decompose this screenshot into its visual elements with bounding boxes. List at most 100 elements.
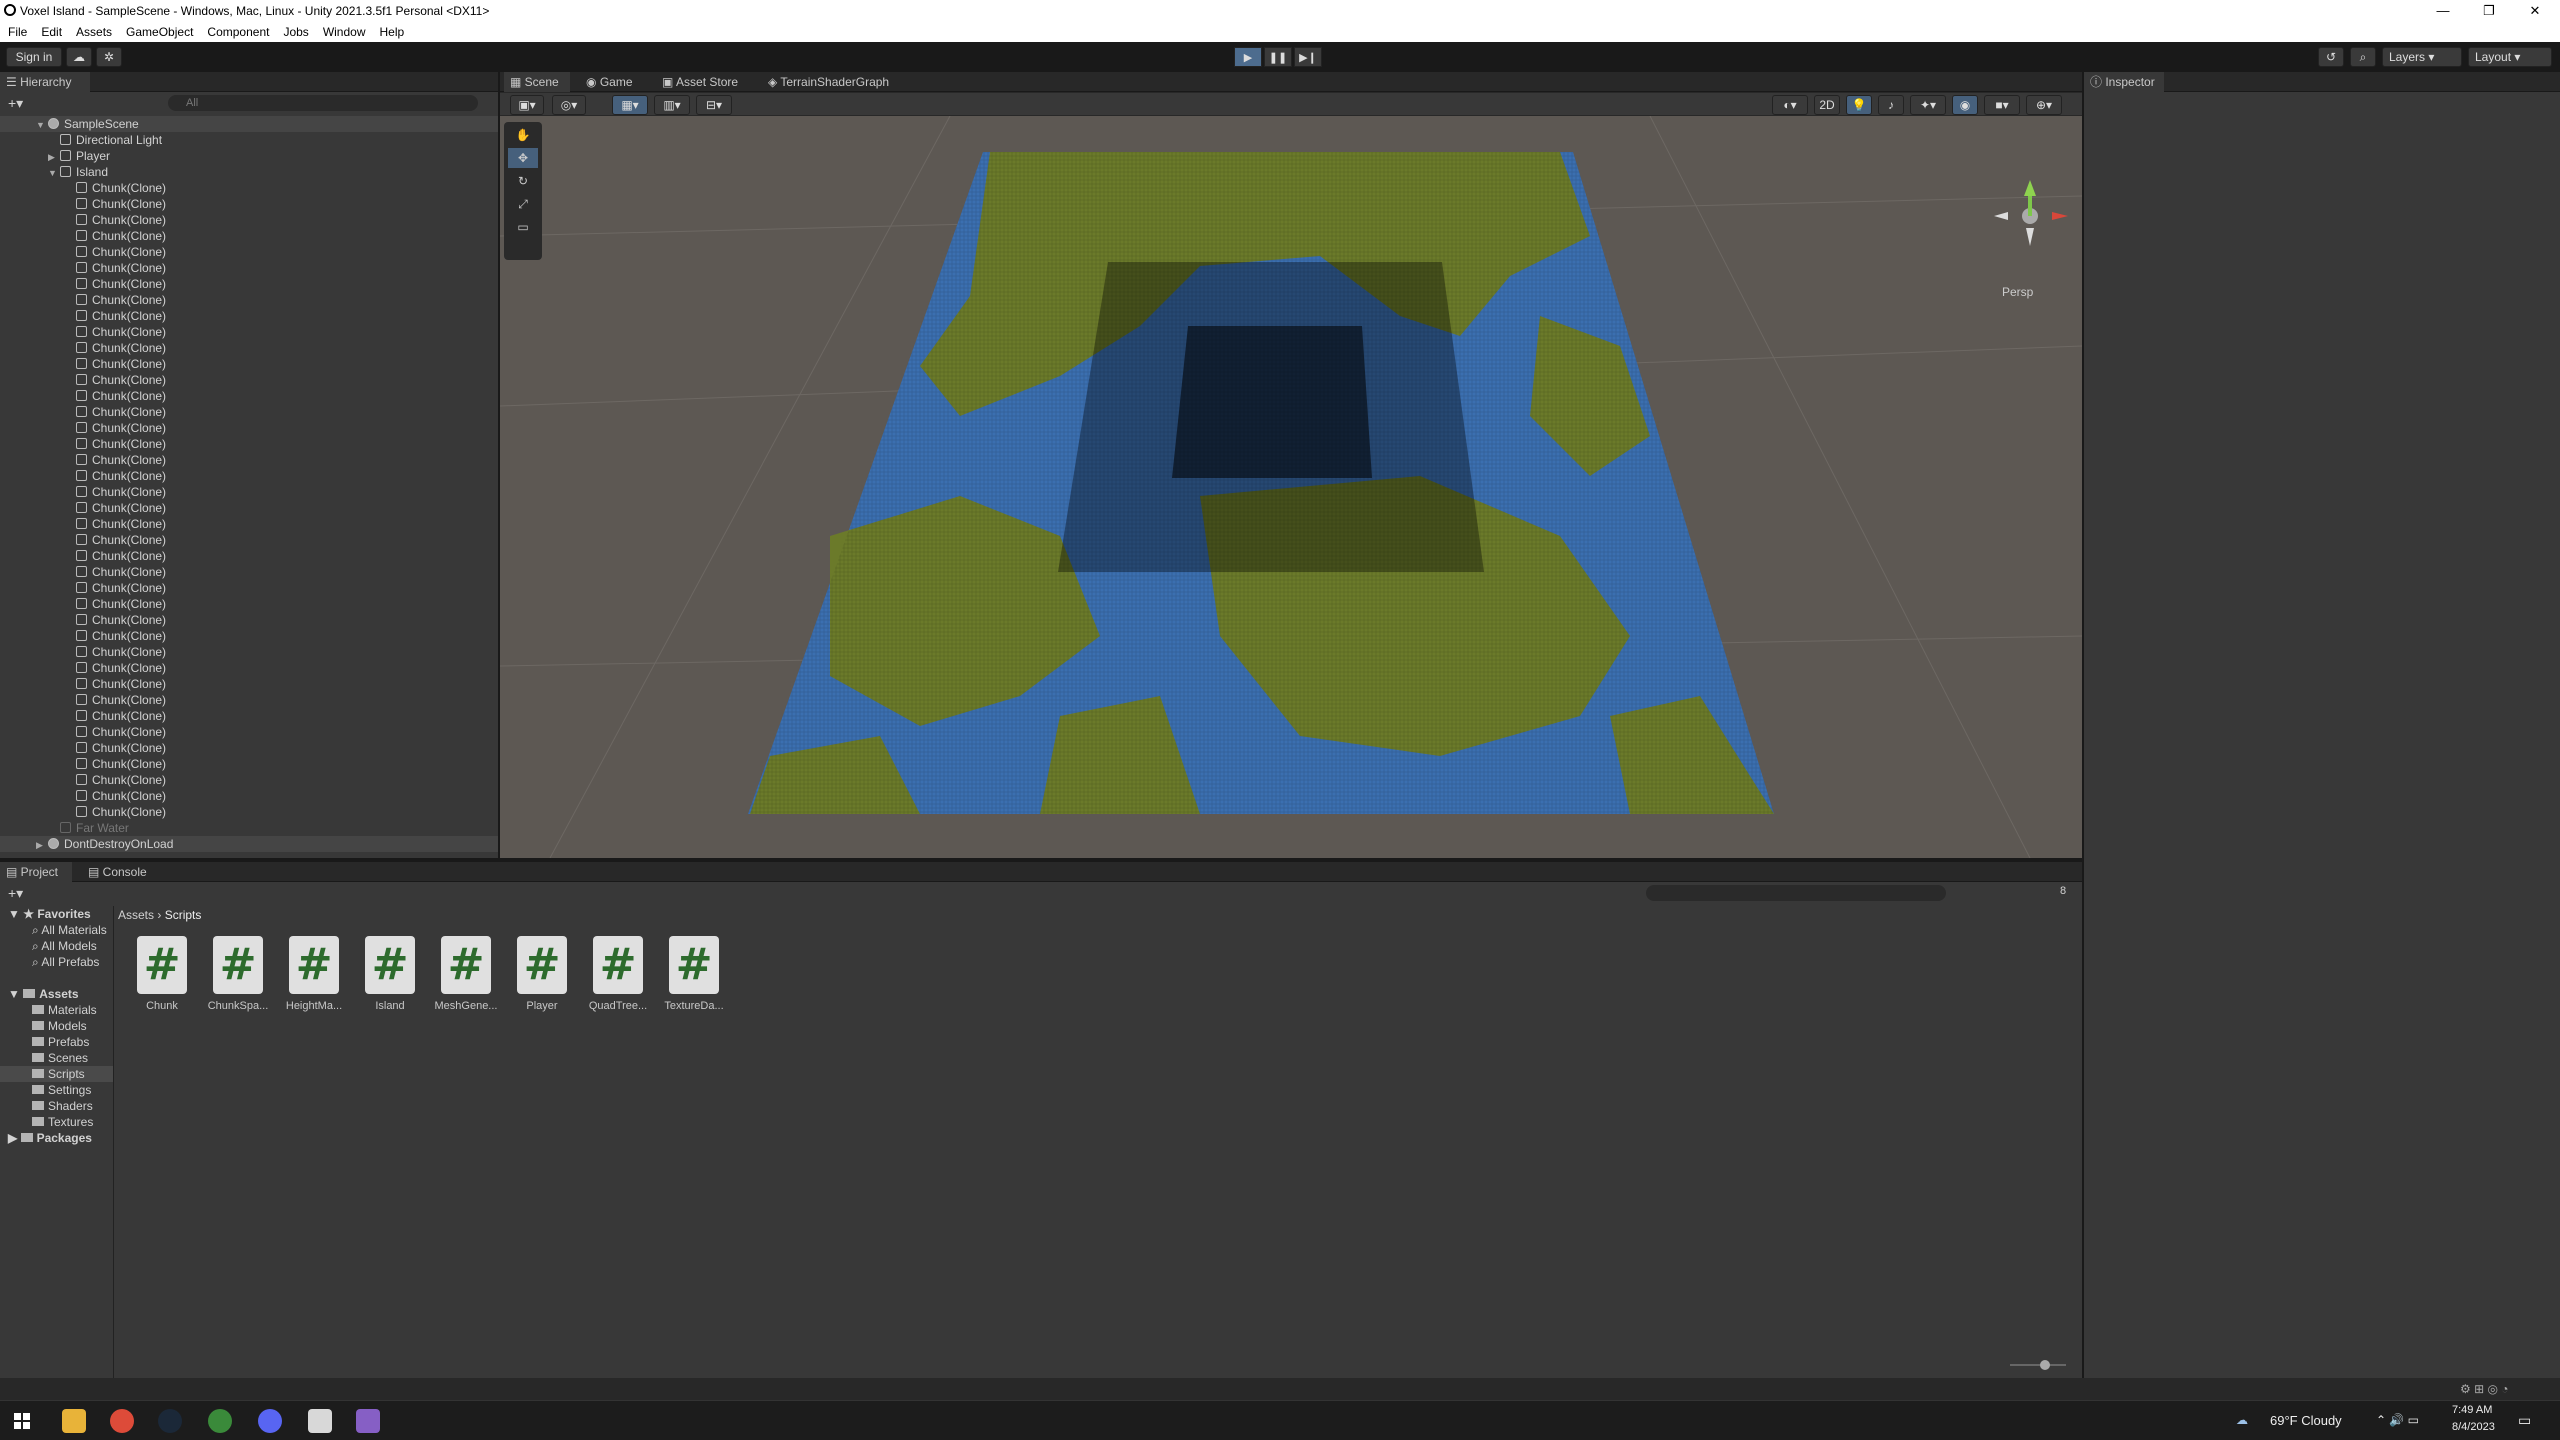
project-add-icon[interactable]: +▾: [8, 885, 23, 902]
menu-window[interactable]: Window: [316, 22, 373, 42]
project-search-input[interactable]: [1646, 885, 1946, 901]
tab-hierarchy[interactable]: ☰ Hierarchy: [0, 72, 90, 92]
expand-icon[interactable]: ▶: [36, 837, 48, 853]
chunk-row[interactable]: Chunk(Clone): [0, 804, 498, 820]
play-button[interactable]: ▶: [1234, 47, 1262, 67]
draw-mode-icon[interactable]: ▣▾: [510, 95, 544, 115]
menu-component[interactable]: Component: [200, 22, 276, 42]
unity-hub-icon[interactable]: [308, 1409, 332, 1433]
clock-time[interactable]: 7:49 AM: [2452, 1404, 2492, 1416]
script-asset[interactable]: # Chunk: [124, 936, 200, 1026]
scene-row[interactable]: ▼ SampleScene: [0, 116, 498, 132]
notification-icon[interactable]: ▭: [2518, 1412, 2531, 1429]
chunk-row[interactable]: Chunk(Clone): [0, 740, 498, 756]
persp-label[interactable]: Persp: [2002, 285, 2034, 299]
chunk-row[interactable]: Chunk(Clone): [0, 468, 498, 484]
chunk-row[interactable]: Chunk(Clone): [0, 564, 498, 580]
chunk-row[interactable]: Chunk(Clone): [0, 452, 498, 468]
hierarchy-item[interactable]: ▼ Island: [0, 164, 498, 180]
chunk-row[interactable]: Chunk(Clone): [0, 308, 498, 324]
tab-terrain-shader-graph[interactable]: ◈ TerrainShaderGraph: [762, 72, 922, 92]
chunk-row[interactable]: Chunk(Clone): [0, 324, 498, 340]
favorite-item[interactable]: ⌕ All Materials: [0, 922, 113, 938]
tab-asset-store[interactable]: ▣ Asset Store: [656, 72, 756, 92]
rect-tool-icon[interactable]: ▭: [508, 217, 538, 237]
asset-folder[interactable]: Scenes: [0, 1050, 113, 1066]
menu-file[interactable]: File: [1, 22, 34, 42]
expand-icon[interactable]: ▼: [36, 117, 48, 133]
chunk-row[interactable]: Chunk(Clone): [0, 756, 498, 772]
chunk-row[interactable]: Chunk(Clone): [0, 532, 498, 548]
snap-increment-icon[interactable]: ▥▾: [654, 95, 690, 115]
minimize-icon[interactable]: —: [2420, 0, 2466, 22]
hierarchy-item[interactable]: Far Water: [0, 820, 498, 836]
asset-folder[interactable]: Textures: [0, 1114, 113, 1130]
script-asset[interactable]: # QuadTree...: [580, 936, 656, 1026]
rotate-tool-icon[interactable]: ↻: [508, 171, 538, 191]
chunk-row[interactable]: Chunk(Clone): [0, 404, 498, 420]
tab-scene[interactable]: ▦ Scene: [504, 72, 570, 92]
maximize-icon[interactable]: ❐: [2466, 0, 2512, 22]
chunk-row[interactable]: Chunk(Clone): [0, 612, 498, 628]
tab-project[interactable]: ▤ Project: [0, 862, 72, 882]
chunk-row[interactable]: Chunk(Clone): [0, 788, 498, 804]
chunk-row[interactable]: Chunk(Clone): [0, 212, 498, 228]
hand-tool-icon[interactable]: ✋: [508, 125, 538, 145]
expand-icon[interactable]: ▶: [48, 149, 60, 165]
script-asset[interactable]: # Player: [504, 936, 580, 1026]
lighting-icon[interactable]: 💡: [1846, 95, 1872, 115]
gizmos-icon[interactable]: ⊕▾: [2026, 95, 2062, 115]
chunk-row[interactable]: Chunk(Clone): [0, 340, 498, 356]
chunk-row[interactable]: Chunk(Clone): [0, 676, 498, 692]
chunk-row[interactable]: Chunk(Clone): [0, 388, 498, 404]
assets-header[interactable]: ▼ Assets: [0, 986, 113, 1002]
breadcrumb-assets[interactable]: Assets: [118, 908, 154, 922]
chunk-row[interactable]: Chunk(Clone): [0, 372, 498, 388]
favorite-item[interactable]: ⌕ All Prefabs: [0, 954, 113, 970]
chunk-row[interactable]: Chunk(Clone): [0, 596, 498, 612]
history-icon[interactable]: ↺: [2318, 47, 2344, 67]
chunk-row[interactable]: Chunk(Clone): [0, 548, 498, 564]
tray-icons[interactable]: ⌃ 🔊 ▭: [2376, 1413, 2419, 1427]
visibility-icon[interactable]: ◉: [1952, 95, 1978, 115]
chrome-icon[interactable]: [110, 1409, 134, 1433]
favorites-header[interactable]: ▼ ★ Favorites: [0, 906, 113, 922]
script-asset[interactable]: # Island: [352, 936, 428, 1026]
zoom-slider-thumb[interactable]: [2040, 1360, 2050, 1370]
asset-folder[interactable]: Scripts: [0, 1066, 113, 1082]
move-tool-icon[interactable]: ✥: [508, 148, 538, 168]
pause-button[interactable]: ❚❚: [1264, 47, 1292, 67]
chunk-row[interactable]: Chunk(Clone): [0, 484, 498, 500]
breadcrumb-scripts[interactable]: Scripts: [165, 908, 202, 922]
cloud-icon[interactable]: ☁: [66, 47, 92, 67]
menu-jobs[interactable]: Jobs: [276, 22, 315, 42]
favorite-item[interactable]: ⌕ All Models: [0, 938, 113, 954]
chunk-row[interactable]: Chunk(Clone): [0, 356, 498, 372]
scene-row[interactable]: ▶ DontDestroyOnLoad: [0, 836, 498, 852]
chunk-row[interactable]: Chunk(Clone): [0, 196, 498, 212]
script-asset[interactable]: # MeshGene...: [428, 936, 504, 1026]
chunk-row[interactable]: Chunk(Clone): [0, 436, 498, 452]
hierarchy-search-input[interactable]: All: [168, 95, 478, 111]
asset-folder[interactable]: Prefabs: [0, 1034, 113, 1050]
shading-icon[interactable]: ◐▾: [1772, 95, 1808, 115]
asset-folder[interactable]: Models: [0, 1018, 113, 1034]
effects-icon[interactable]: ✦▾: [1910, 95, 1946, 115]
chunk-row[interactable]: Chunk(Clone): [0, 708, 498, 724]
hierarchy-item[interactable]: ▶ Player: [0, 148, 498, 164]
packages-header[interactable]: ▶ Packages: [0, 1130, 113, 1146]
clock-date[interactable]: 8/4/2023: [2452, 1421, 2495, 1433]
chunk-row[interactable]: Chunk(Clone): [0, 724, 498, 740]
chunk-row[interactable]: Chunk(Clone): [0, 244, 498, 260]
asset-folder[interactable]: Settings: [0, 1082, 113, 1098]
grid-snap-icon[interactable]: ▦▾: [612, 95, 648, 115]
chunk-row[interactable]: Chunk(Clone): [0, 772, 498, 788]
chunk-row[interactable]: Chunk(Clone): [0, 644, 498, 660]
chunk-row[interactable]: Chunk(Clone): [0, 580, 498, 596]
status-icons[interactable]: ⚙ ⊞ ◎ ◔: [2460, 1382, 2509, 1396]
chunk-row[interactable]: Chunk(Clone): [0, 420, 498, 436]
xbox-icon[interactable]: [208, 1409, 232, 1433]
file-explorer-icon[interactable]: [62, 1409, 86, 1433]
chunk-row[interactable]: Chunk(Clone): [0, 276, 498, 292]
chunk-row[interactable]: Chunk(Clone): [0, 692, 498, 708]
